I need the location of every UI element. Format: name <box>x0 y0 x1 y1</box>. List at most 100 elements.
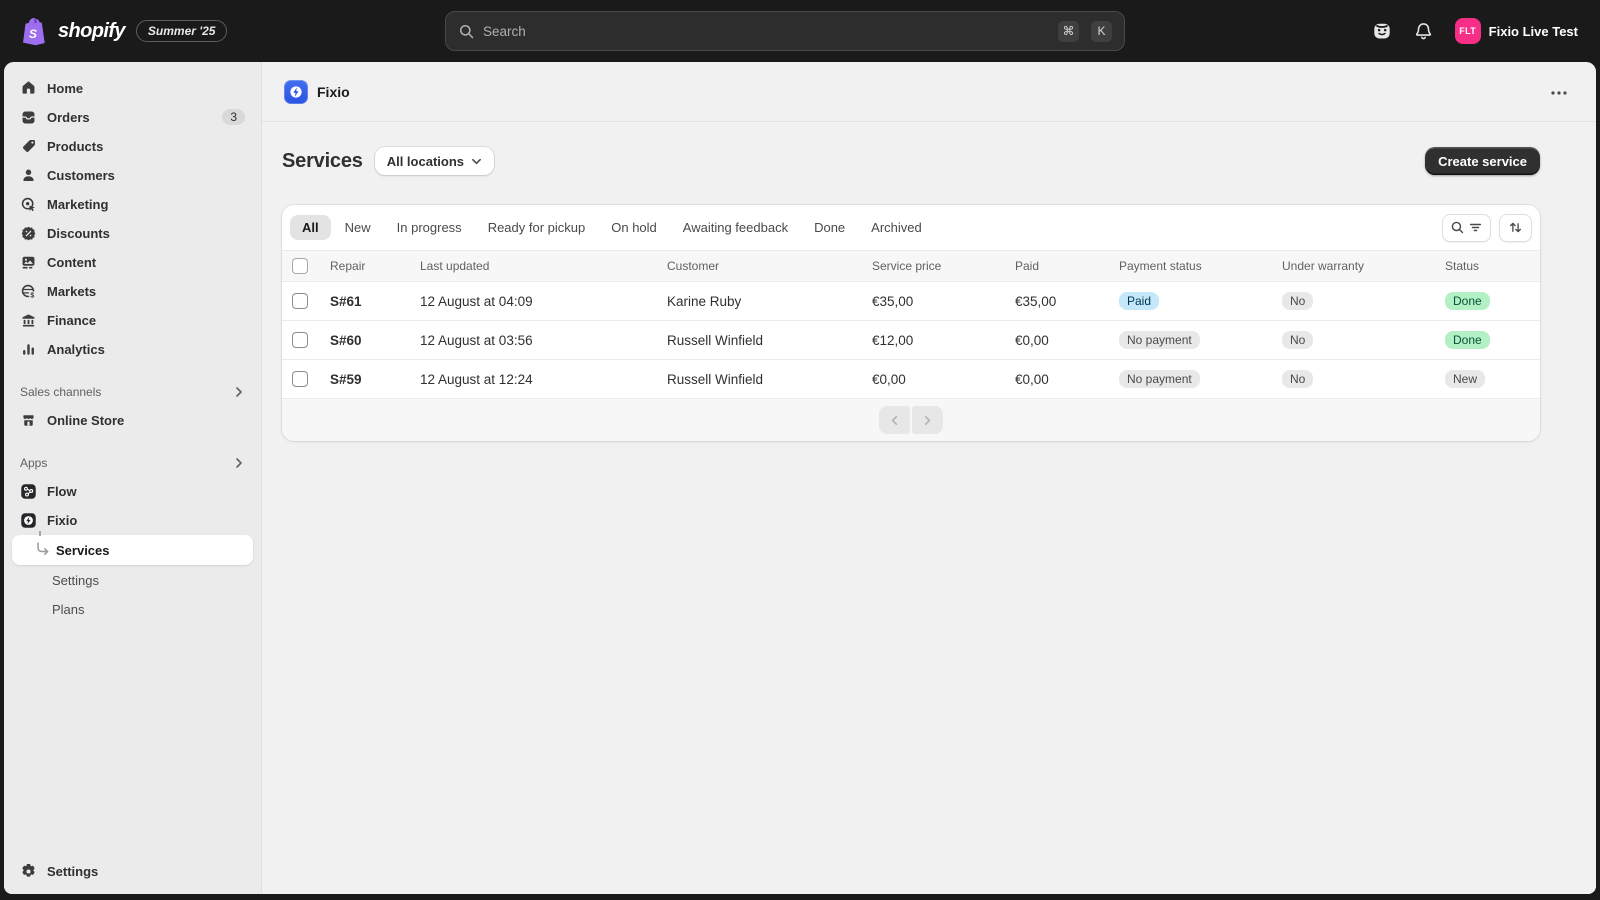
page-title: Services <box>282 150 363 173</box>
analytics-icon <box>20 341 37 358</box>
repair-id[interactable]: S#59 <box>318 372 408 387</box>
tab-awaiting-feedback[interactable]: Awaiting feedback <box>671 215 800 240</box>
last-updated: 12 August at 04:09 <box>408 294 655 309</box>
table-pagination <box>282 399 1540 441</box>
pagination-prev-button[interactable] <box>879 406 910 434</box>
shopify-logo[interactable]: S shopify Summer '25 <box>0 17 227 46</box>
under-warranty-badge: No <box>1282 292 1313 310</box>
location-filter-button[interactable]: All locations <box>375 147 494 175</box>
column-header-paid[interactable]: Paid <box>1003 259 1107 273</box>
tab-in-progress[interactable]: In progress <box>385 215 474 240</box>
account-menu[interactable]: FLT Fixio Live Test <box>1449 14 1584 48</box>
sidebar-item-markets[interactable]: $ Markets <box>12 277 253 305</box>
sort-button[interactable] <box>1499 214 1532 242</box>
app-title: Fixio <box>317 84 350 100</box>
select-row-checkbox[interactable] <box>292 371 308 387</box>
sidebar-item-label: Flow <box>47 484 77 499</box>
gear-icon <box>20 863 37 880</box>
column-header-service-price[interactable]: Service price <box>860 259 1003 273</box>
column-header-under-warranty[interactable]: Under warranty <box>1270 259 1433 273</box>
topbar: S shopify Summer '25 Search ⌘ K FL <box>0 0 1600 62</box>
under-warranty-badge: No <box>1282 370 1313 388</box>
tab-ready-for-pickup[interactable]: Ready for pickup <box>476 215 598 240</box>
sidekick-button[interactable] <box>1365 14 1399 48</box>
status-badge: Done <box>1445 331 1490 349</box>
global-search-input[interactable]: Search ⌘ K <box>445 11 1125 51</box>
storefront-icon <box>20 412 37 429</box>
account-name: Fixio Live Test <box>1489 24 1578 39</box>
fixio-app-icon <box>20 512 37 529</box>
sidebar-item-analytics[interactable]: Analytics <box>12 335 253 363</box>
sidebar-item-label: Finance <box>47 313 96 328</box>
sidebar-item-settings[interactable]: Settings <box>12 857 253 885</box>
sidebar-item-content[interactable]: Content <box>12 248 253 276</box>
products-icon <box>20 138 37 155</box>
sidebar-item-online-store[interactable]: Online Store <box>12 406 253 434</box>
sidebar-item-label: Home <box>47 81 83 96</box>
select-all-checkbox[interactable] <box>292 258 308 274</box>
page-content: Services All locations Create service Al… <box>262 122 1596 441</box>
sidebar-item-label: Marketing <box>47 197 108 212</box>
sidebar-item-label: Discounts <box>47 226 110 241</box>
apps-section-header[interactable]: Apps <box>12 449 253 477</box>
svg-text:$: $ <box>30 290 34 299</box>
search-icon <box>1450 220 1465 235</box>
payment-status-badge: Paid <box>1119 292 1159 310</box>
edition-badge[interactable]: Summer '25 <box>136 20 228 42</box>
search-and-filter-button[interactable] <box>1442 214 1491 242</box>
sidebar-item-products[interactable]: Products <box>12 132 253 160</box>
subnav-arrow-icon <box>36 542 51 558</box>
select-row-checkbox[interactable] <box>292 332 308 348</box>
status-badge: Done <box>1445 292 1490 310</box>
select-row-checkbox[interactable] <box>292 293 308 309</box>
customer-name: Russell Winfield <box>655 372 860 387</box>
sidebar-item-services[interactable]: Services <box>12 535 253 565</box>
sidebar-item-customers[interactable]: Customers <box>12 161 253 189</box>
orders-count-badge: 3 <box>222 109 245 125</box>
pagination-next-button[interactable] <box>912 406 943 434</box>
repair-id[interactable]: S#60 <box>318 333 408 348</box>
sidebar-item-finance[interactable]: Finance <box>12 306 253 334</box>
tab-done[interactable]: Done <box>802 215 857 240</box>
sidebar-item-home[interactable]: Home <box>12 74 253 102</box>
sidebar-item-discounts[interactable]: Discounts <box>12 219 253 247</box>
repair-id[interactable]: S#61 <box>318 294 408 309</box>
sort-icon <box>1508 220 1523 235</box>
create-service-button[interactable]: Create service <box>1425 147 1540 175</box>
search-placeholder: Search <box>483 24 1050 39</box>
customer-name: Russell Winfield <box>655 333 860 348</box>
sales-channels-section-header[interactable]: Sales channels <box>12 378 253 406</box>
sidebar-item-label: Online Store <box>47 413 124 428</box>
fixio-app-icon <box>284 80 308 104</box>
sidebar-item-label: Customers <box>47 168 115 183</box>
table-row[interactable]: S#60 12 August at 03:56 Russell Winfield… <box>282 321 1540 360</box>
svg-text:S: S <box>29 27 37 41</box>
markets-icon: $ <box>20 283 37 300</box>
search-icon <box>458 23 475 40</box>
sidebar-item-orders[interactable]: Orders 3 <box>12 103 253 131</box>
app-frame: Home Orders 3 Products Customers Marketi… <box>4 62 1596 894</box>
paid-amount: €0,00 <box>1003 372 1107 387</box>
column-header-last-updated[interactable]: Last updated <box>408 259 655 273</box>
column-header-status[interactable]: Status <box>1433 259 1540 273</box>
sidebar-item-flow[interactable]: Flow <box>12 477 253 505</box>
sidebar-item-marketing[interactable]: Marketing <box>12 190 253 218</box>
sidebar-item-fixio[interactable]: Fixio <box>12 506 253 534</box>
tab-archived[interactable]: Archived <box>859 215 934 240</box>
table-row[interactable]: S#61 12 August at 04:09 Karine Ruby €35,… <box>282 282 1540 321</box>
sidebar-item-label: Analytics <box>47 342 105 357</box>
tab-all[interactable]: All <box>290 215 331 240</box>
app-options-button[interactable] <box>1544 78 1574 105</box>
column-header-customer[interactable]: Customer <box>655 259 860 273</box>
sidebar-item-fixio-plans[interactable]: Plans <box>12 595 253 623</box>
table-row[interactable]: S#59 12 August at 12:24 Russell Winfield… <box>282 360 1540 399</box>
paid-amount: €0,00 <box>1003 333 1107 348</box>
home-icon <box>20 80 37 97</box>
tab-new[interactable]: New <box>333 215 383 240</box>
notifications-button[interactable] <box>1407 14 1441 48</box>
column-header-payment-status[interactable]: Payment status <box>1107 259 1270 273</box>
tab-on-hold[interactable]: On hold <box>599 215 669 240</box>
sidebar-item-fixio-settings[interactable]: Settings <box>12 566 253 594</box>
apps-label: Apps <box>20 456 47 470</box>
column-header-repair[interactable]: Repair <box>318 259 408 273</box>
